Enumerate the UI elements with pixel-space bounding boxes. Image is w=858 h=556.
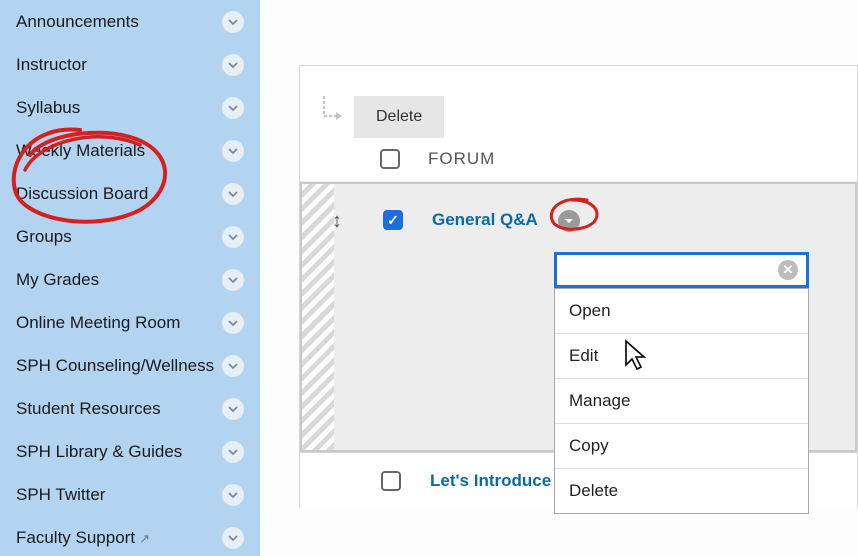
forum-checkbox[interactable] [381,471,401,491]
sidebar-item-announcements[interactable]: Announcements [0,0,260,43]
sidebar-item-student-resources[interactable]: Student Resources [0,387,260,430]
chevron-down-icon[interactable] [222,312,244,334]
sidebar-item-label: My Grades [16,270,99,290]
sidebar-item-label: SPH Counseling/Wellness [16,356,214,376]
sidebar-item-my-grades[interactable]: My Grades [0,258,260,301]
sidebar-item-sph-library-guides[interactable]: SPH Library & Guides [0,430,260,473]
sidebar-item-label: Discussion Board [16,184,148,204]
chevron-down-icon[interactable] [222,226,244,248]
sidebar-item-groups[interactable]: Groups [0,215,260,258]
sidebar-item-label: SPH Twitter [16,485,105,505]
forum-title-link[interactable]: Let's Introduce [430,471,551,491]
chevron-down-icon[interactable] [222,140,244,162]
chevron-down-icon[interactable] [222,54,244,76]
sidebar-item-label: Student Resources [16,399,161,419]
toolbar: Delete [300,66,857,136]
forum-options-chevron-icon[interactable] [558,210,580,232]
sidebar-item-label: Announcements [16,12,139,32]
sidebar-item-label: Groups [16,227,72,247]
chevron-down-icon[interactable] [222,97,244,119]
chevron-down-icon[interactable] [222,527,244,549]
drag-stripes [302,184,334,450]
sidebar-item-online-meeting-room[interactable]: Online Meeting Room [0,301,260,344]
context-menu-list: Open Edit Manage Copy Delete [554,288,809,514]
menu-item-delete[interactable]: Delete [555,469,808,513]
sidebar-item-label: Syllabus [16,98,80,118]
forum-title-link[interactable]: General Q&A [432,210,538,230]
menu-item-edit[interactable]: Edit [555,334,808,379]
menu-item-copy[interactable]: Copy [555,424,808,469]
main-content: Delete FORUM ↕ General Q&A [260,0,858,556]
sidebar-item-label: SPH Library & Guides [16,442,182,462]
chevron-down-icon[interactable] [222,441,244,463]
sidebar-item-weekly-materials[interactable]: Weekly Materials [0,129,260,172]
external-link-icon: ↗ [139,531,150,546]
column-header-forum: FORUM [428,149,495,169]
sidebar-item-instructor[interactable]: Instructor [0,43,260,86]
course-sidebar: Announcements Instructor Syllabus Weekly… [0,0,260,556]
menu-item-manage[interactable]: Manage [555,379,808,424]
sidebar-item-label: Instructor [16,55,87,75]
chevron-down-icon[interactable] [222,484,244,506]
forum-row-general-qa: ↕ General Q&A ✕ Open Edit [300,182,857,452]
select-all-checkbox[interactable] [380,149,400,169]
sidebar-item-syllabus[interactable]: Syllabus [0,86,260,129]
selection-arrow-icon [318,94,346,124]
sidebar-item-discussion-board[interactable]: Discussion Board [0,172,260,215]
sidebar-item-sph-twitter[interactable]: SPH Twitter [0,473,260,516]
sidebar-item-label: Online Meeting Room [16,313,180,333]
forum-checkbox[interactable] [383,210,403,230]
drag-handle-icon[interactable]: ↕ [332,210,342,233]
delete-button[interactable]: Delete [354,96,444,138]
chevron-down-icon[interactable] [222,183,244,205]
forum-table-header: FORUM [300,136,857,182]
chevron-down-icon[interactable] [222,398,244,420]
sidebar-item-faculty-support[interactable]: Faculty Support↗ [0,516,260,556]
chevron-down-icon[interactable] [222,269,244,291]
discussion-board-panel: Delete FORUM ↕ General Q&A [299,65,858,508]
forum-context-menu: ✕ Open Edit Manage Copy Delete [554,252,809,514]
context-menu-search[interactable]: ✕ [554,252,809,288]
sidebar-item-sph-counseling-wellness[interactable]: SPH Counseling/Wellness [0,344,260,387]
chevron-down-icon[interactable] [222,355,244,377]
sidebar-item-label: Faculty Support↗ [16,528,150,548]
menu-item-open[interactable]: Open [555,289,808,334]
chevron-down-icon[interactable] [222,11,244,33]
sidebar-item-label: Weekly Materials [16,141,145,161]
close-icon[interactable]: ✕ [778,260,798,280]
